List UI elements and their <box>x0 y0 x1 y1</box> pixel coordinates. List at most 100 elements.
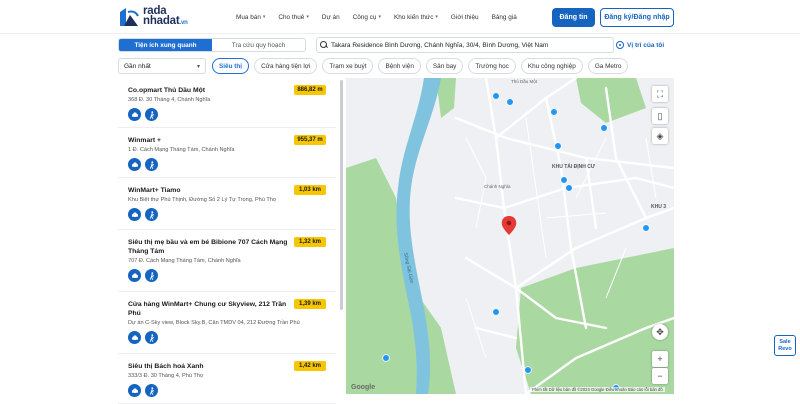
tab-planning-lookup[interactable]: Tra cứu quy hoạch <box>212 39 305 51</box>
main-nav: Mua bán ▾ Cho thuê ▾ Dự án Công cụ ▾ Kho kiến t… <box>236 0 530 34</box>
supermarket-poi-icon[interactable] <box>382 354 390 362</box>
map-label-khu-tai-dinh-cu: KHU TÁI ĐỊNH CƯ <box>552 163 596 170</box>
fullscreen-icon[interactable]: ⛶ <box>652 86 668 102</box>
crosshair-icon <box>616 41 624 49</box>
walk-icon[interactable] <box>145 269 158 282</box>
nav-item-0[interactable]: Mua bán ▾ <box>236 14 265 21</box>
place-address: 368 Đ. 30 Tháng 4, Chánh Nghĩa <box>128 97 211 103</box>
supermarket-poi-icon[interactable] <box>550 108 558 116</box>
distance-badge: 955,37 m <box>294 135 326 145</box>
list-item[interactable]: Siêu thị Bách hoá Xanh 1,42 km 333/3 Đ. 30… <box>118 354 336 404</box>
mode-tabs: Tiện ích xung quanh Tra cứu quy hoạch <box>118 38 306 52</box>
place-name: Cửa hàng WinMart+ Chung cư Skyview, 212 … <box>128 301 287 317</box>
walk-icon[interactable] <box>145 331 158 344</box>
category-chip-0[interactable]: Siêu thị <box>212 58 250 74</box>
logo-icon <box>118 6 140 28</box>
place-address: Khu Biệt thự Phú Thịnh, Đường Số 2 Lý Tự… <box>128 197 276 203</box>
nav-item-5[interactable]: Giới thiệu <box>451 14 479 21</box>
nav-item-label: Dự án <box>321 13 340 21</box>
list-item[interactable]: Co.opmart Thủ Dầu Một 886,82 m 368 Đ. 30 T… <box>118 78 336 128</box>
sort-select[interactable]: Gần nhất ▾ <box>118 58 206 74</box>
supermarket-poi-icon[interactable] <box>506 98 514 106</box>
car-icon[interactable] <box>128 384 141 397</box>
places-list: Co.opmart Thủ Dầu Một 886,82 m 368 Đ. 30 T… <box>118 78 340 404</box>
category-chip-1[interactable]: Cửa hàng tiện lợi <box>254 58 318 74</box>
supermarket-poi-icon[interactable] <box>554 142 562 150</box>
tab-nearby-amenities[interactable]: Tiện ích xung quanh <box>119 39 212 51</box>
search-icon <box>320 41 328 49</box>
category-chip-3[interactable]: Bệnh viện <box>378 58 421 74</box>
supermarket-poi-icon[interactable] <box>560 176 568 184</box>
car-icon[interactable] <box>128 331 141 344</box>
register-login-button[interactable]: Đăng ký/Đăng nhập <box>600 8 674 27</box>
map-attribution: Phím tắt Dữ liệu bản đồ ©2023 Google Điề… <box>530 387 665 392</box>
list-item[interactable]: Cửa hàng WinMart+ Chung cư Skyview, 212 … <box>118 292 336 354</box>
walk-icon[interactable] <box>145 158 158 171</box>
walk-icon[interactable] <box>145 384 158 397</box>
category-chip-6[interactable]: Khu công nghiệp <box>520 58 583 74</box>
nav-item-3[interactable]: Công cụ ▾ <box>353 14 381 21</box>
phone-icon[interactable]: ▯ <box>652 108 668 124</box>
category-chip-4[interactable]: Sân bay <box>425 58 464 74</box>
place-address: 1 Đ. Cách Mạng Tháng Tám, Chánh Nghĩa <box>128 147 235 153</box>
nav-item-4[interactable]: Kho kiến thức ▾ <box>394 14 438 21</box>
map-view[interactable]: Sông Sài Gòn KHU TÁI ĐỊNH CƯ KHU 3 Chánh… <box>346 78 674 394</box>
car-icon[interactable] <box>128 269 141 282</box>
zoom-out-button[interactable]: − <box>652 368 668 384</box>
nav-item-label: Công cụ <box>352 13 377 21</box>
sort-value: Gần nhất <box>124 62 151 70</box>
map-label-khu3: KHU 3 <box>651 204 666 210</box>
nav-item-label: Kho kiến thức <box>393 13 434 21</box>
car-icon[interactable] <box>128 158 141 171</box>
category-chip-2[interactable]: Trạm xe buýt <box>322 58 374 74</box>
logo-text: rada nhadat.vn <box>143 5 188 28</box>
category-chip-5[interactable]: Trường học <box>468 58 516 74</box>
nav-item-2[interactable]: Dự án <box>322 14 340 21</box>
place-name: Winmart + <box>128 137 161 144</box>
my-location-button[interactable]: Vị trí của tôi <box>616 37 674 53</box>
category-chip-7[interactable]: Ga Metro <box>587 58 629 74</box>
pan-control-icon[interactable]: ✥ <box>652 324 668 340</box>
nav-item-1[interactable]: Cho thuê ▾ <box>278 14 308 21</box>
walk-icon[interactable] <box>145 108 158 121</box>
chevron-down-icon: ▾ <box>196 63 200 70</box>
distance-badge: 1,42 km <box>294 361 326 371</box>
logo-line2: nhadat <box>143 15 180 27</box>
nav-item-label: Giới thiệu <box>450 13 479 21</box>
site-logo[interactable]: rada nhadat.vn <box>118 5 188 29</box>
nav-item-label: Cho thuê <box>278 13 305 21</box>
google-logo: Google <box>351 384 376 391</box>
place-address: 707 Đ. Cách Mạng Tháng Tám, Chánh Nghĩa <box>128 258 241 264</box>
list-item[interactable]: WinMart+ Tiamo 1,03 km Khu Biệt thự Phú Th… <box>118 178 336 230</box>
sale-line1: Sale <box>779 339 791 345</box>
car-icon[interactable] <box>128 208 141 221</box>
layers-icon[interactable]: ◈ <box>652 128 668 144</box>
nav-item-6[interactable]: Bảng giá <box>492 14 517 21</box>
walk-icon[interactable] <box>145 208 158 221</box>
zoom-in-button[interactable]: + <box>652 351 668 367</box>
place-name: Siêu thị Bách hoá Xanh <box>128 363 204 370</box>
post-listing-button[interactable]: Đăng tin <box>552 8 595 27</box>
chevron-down-icon: ▾ <box>306 14 309 20</box>
place-name: Siêu thị mẹ bầu và em bé Bibione 707 Các… <box>128 239 288 255</box>
place-name: WinMart+ Tiamo <box>128 187 181 194</box>
sale-revo-widget[interactable]: Sale Revo <box>774 335 796 356</box>
chevron-down-icon: ▾ <box>378 14 381 20</box>
supermarket-poi-icon[interactable] <box>565 184 573 192</box>
supermarket-poi-icon[interactable] <box>492 308 500 316</box>
map-label-thu-dau-mot: Thủ Dầu Một <box>511 78 538 84</box>
nav-item-label: Bảng giá <box>491 13 517 21</box>
my-location-label: Vị trí của tôi <box>627 41 665 49</box>
distance-badge: 1,32 km <box>294 237 326 247</box>
list-item[interactable]: Winmart + 955,37 m 1 Đ. Cách Mạng Tháng Tá… <box>118 128 336 178</box>
list-item[interactable]: Siêu thị mẹ bầu và em bé Bibione 707 Các… <box>118 230 336 292</box>
supermarket-poi-icon[interactable] <box>600 124 608 132</box>
supermarket-poi-icon[interactable] <box>642 224 650 232</box>
supermarket-poi-icon[interactable] <box>524 366 532 374</box>
list-scrollbar[interactable] <box>340 80 343 310</box>
place-name: Co.opmart Thủ Dầu Một <box>128 87 206 94</box>
sale-line2: Revo <box>778 346 792 352</box>
car-icon[interactable] <box>128 108 141 121</box>
supermarket-poi-icon[interactable] <box>492 92 500 100</box>
search-input[interactable] <box>331 41 611 49</box>
